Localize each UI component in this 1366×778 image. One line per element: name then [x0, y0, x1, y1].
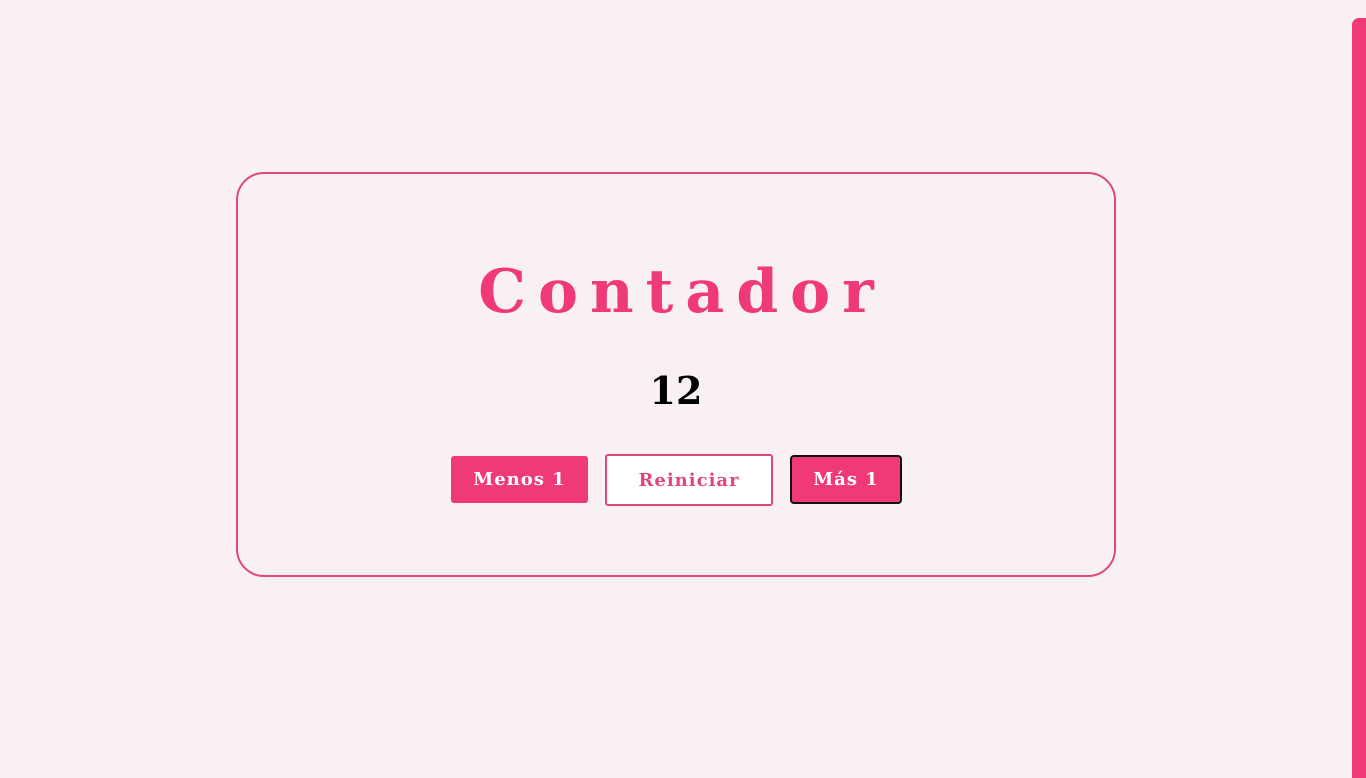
- counter-card: Contador 12 Menos 1 Reiniciar Más 1: [236, 172, 1116, 577]
- increment-button[interactable]: Más 1: [790, 455, 902, 504]
- counter-value: 12: [649, 368, 703, 413]
- scrollbar[interactable]: [1352, 18, 1366, 778]
- decrement-button[interactable]: Menos 1: [451, 456, 588, 503]
- counter-title: Contador: [478, 257, 886, 327]
- reset-button[interactable]: Reiniciar: [605, 454, 773, 506]
